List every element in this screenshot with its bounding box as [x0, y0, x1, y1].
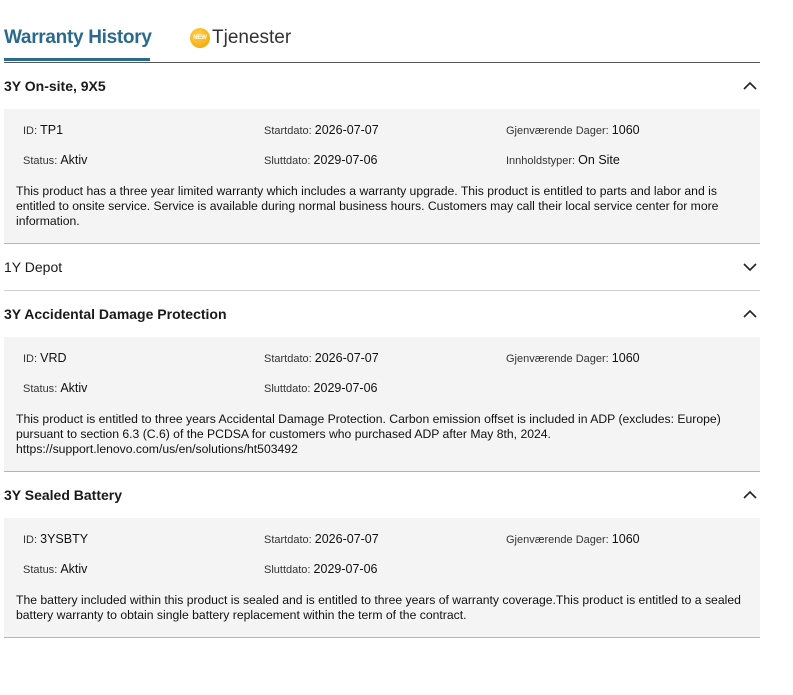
start-date-value: 2026-07-07	[314, 351, 379, 365]
section-title: 3Y On-site, 9X5	[4, 78, 106, 94]
section-details: ID: VRD Startdato: 2026-07-07 Gjenværend…	[4, 337, 760, 472]
end-date-field: Sluttdato: 2029-07-06	[264, 562, 378, 576]
section-title: 3Y Accidental Damage Protection	[4, 306, 227, 322]
section-description: This product is entitled to three years …	[16, 412, 721, 456]
section-header-adp[interactable]: 3Y Accidental Damage Protection	[4, 291, 760, 337]
id-value: 3YSBTY	[40, 532, 89, 546]
content-types-value: On Site	[578, 153, 620, 167]
section-description: The battery included within this product…	[16, 593, 741, 622]
tab-warranty-history[interactable]: Warranty History	[4, 27, 152, 49]
remaining-days-value: 1060	[611, 532, 640, 546]
tab-warranty-history-label: Warranty History	[4, 27, 152, 48]
warranty-section: 3Y Sealed Battery ID: 3YSBTY Startdato: …	[4, 472, 760, 638]
warranty-section: 3Y On-site, 9X5 ID: TP1 Startdato: 2026-…	[4, 63, 760, 244]
detail-row: ID: 3YSBTY Startdato: 2026-07-07 Gjenvær…	[16, 518, 748, 554]
chevron-up-icon[interactable]	[742, 487, 758, 503]
status-field: Status: Aktiv	[23, 381, 88, 395]
new-badge-icon: NEW	[190, 28, 210, 48]
end-date-field: Sluttdato: 2029-07-06	[264, 153, 378, 167]
section-header-onsite[interactable]: 3Y On-site, 9X5	[4, 63, 760, 109]
id-field: ID: 3YSBTY	[23, 532, 89, 546]
remaining-days-field: Gjenværende Dager: 1060	[506, 123, 640, 137]
id-field: ID: VRD	[23, 351, 67, 365]
tab-bar: Warranty History NEW Tjenester	[4, 0, 760, 63]
section-title: 3Y Sealed Battery	[4, 487, 123, 503]
section-header-depot[interactable]: 1Y Depot	[4, 244, 760, 291]
warranty-section: 1Y Depot	[4, 244, 760, 291]
status-value: Aktiv	[60, 153, 88, 167]
detail-row: ID: TP1 Startdato: 2026-07-07 Gjenværend…	[16, 109, 748, 145]
remaining-days-value: 1060	[611, 351, 640, 365]
content-types-field: Innholdstyper: On Site	[506, 153, 620, 167]
id-value: TP1	[40, 123, 64, 137]
id-field: ID: TP1	[23, 123, 64, 137]
chevron-down-icon[interactable]	[742, 259, 758, 275]
section-description: This product has a three year limited wa…	[16, 184, 719, 228]
tab-tjenester[interactable]: NEW Tjenester	[190, 27, 291, 49]
chevron-up-icon[interactable]	[742, 306, 758, 322]
detail-row: Status: Aktiv Sluttdato: 2029-07-06 Innh…	[16, 145, 748, 175]
warranty-page: Warranty History NEW Tjenester 3Y On-sit…	[4, 0, 760, 638]
start-date-value: 2026-07-07	[314, 532, 379, 546]
section-details: ID: 3YSBTY Startdato: 2026-07-07 Gjenvær…	[4, 518, 760, 638]
status-field: Status: Aktiv	[23, 153, 88, 167]
remaining-days-field: Gjenværende Dager: 1060	[506, 532, 640, 546]
status-field: Status: Aktiv	[23, 562, 88, 576]
detail-row: ID: VRD Startdato: 2026-07-07 Gjenværend…	[16, 337, 748, 373]
status-value: Aktiv	[60, 562, 88, 576]
status-value: Aktiv	[60, 381, 88, 395]
end-date-value: 2029-07-06	[313, 381, 378, 395]
remaining-days-value: 1060	[611, 123, 640, 137]
end-date-value: 2029-07-06	[313, 153, 378, 167]
end-date-field: Sluttdato: 2029-07-06	[264, 381, 378, 395]
remaining-days-field: Gjenværende Dager: 1060	[506, 351, 640, 365]
active-tab-indicator	[4, 58, 150, 61]
end-date-value: 2029-07-06	[313, 562, 378, 576]
detail-row: Status: Aktiv Sluttdato: 2029-07-06	[16, 373, 748, 403]
section-details: ID: TP1 Startdato: 2026-07-07 Gjenværend…	[4, 109, 760, 244]
tab-tjenester-label: Tjenester	[212, 27, 292, 48]
detail-row: Status: Aktiv Sluttdato: 2029-07-06	[16, 554, 748, 584]
id-value: VRD	[40, 351, 67, 365]
chevron-up-icon[interactable]	[742, 78, 758, 94]
warranty-section: 3Y Accidental Damage Protection ID: VRD …	[4, 291, 760, 472]
start-date-field: Startdato: 2026-07-07	[264, 532, 379, 546]
start-date-value: 2026-07-07	[314, 123, 379, 137]
start-date-field: Startdato: 2026-07-07	[264, 123, 379, 137]
start-date-field: Startdato: 2026-07-07	[264, 351, 379, 365]
section-header-battery[interactable]: 3Y Sealed Battery	[4, 472, 760, 518]
section-title: 1Y Depot	[4, 259, 63, 275]
